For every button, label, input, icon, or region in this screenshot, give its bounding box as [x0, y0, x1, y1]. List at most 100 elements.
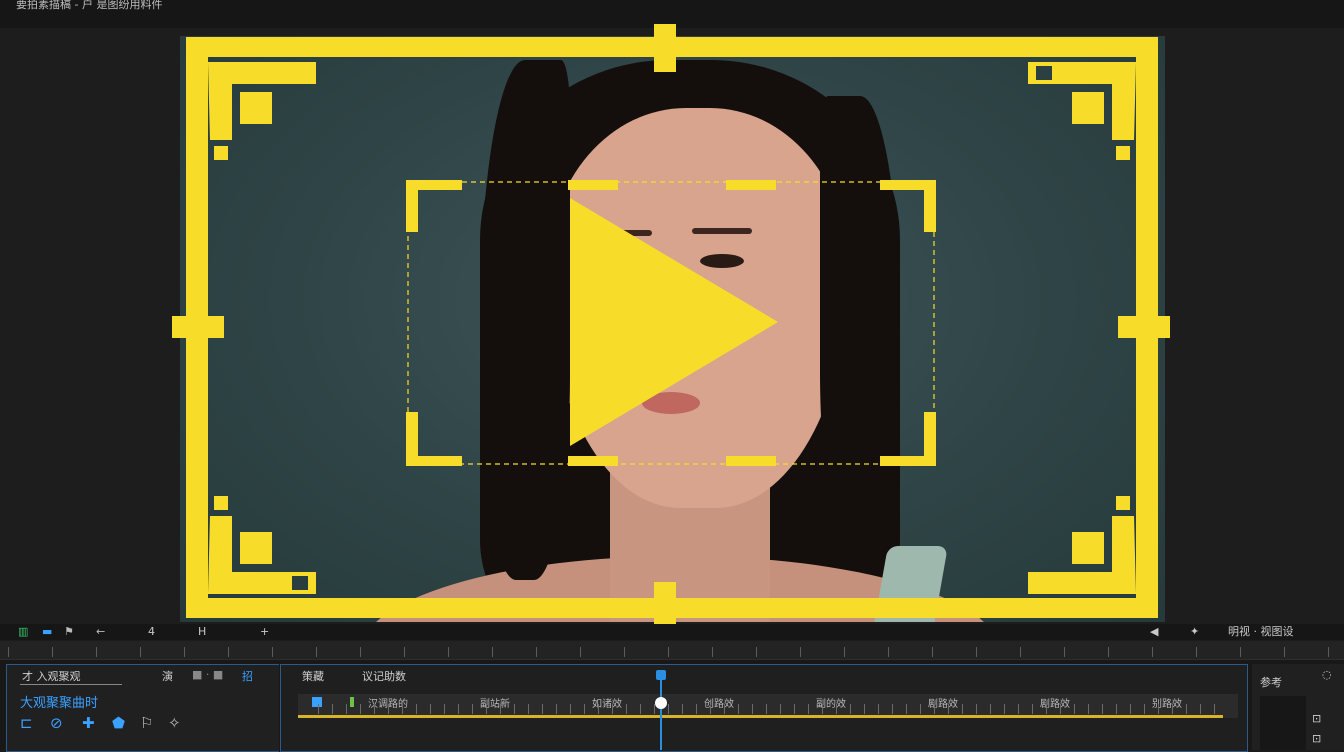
ruler-tick [96, 647, 97, 657]
frame-counter: 4 [148, 625, 155, 638]
playhead-handle[interactable] [656, 670, 666, 680]
portrait-hair-right [820, 96, 900, 556]
properties-label: 参考 [1260, 676, 1282, 689]
track-tick [1018, 704, 1019, 714]
ruler-tick [1284, 647, 1285, 657]
track-tick [318, 704, 319, 714]
track-tick [822, 704, 823, 714]
ruler-tick [492, 647, 493, 657]
track-tick [878, 704, 879, 714]
ruler-tick [1020, 647, 1021, 657]
track-label: 副站新 [480, 699, 510, 710]
track-tick [766, 704, 767, 714]
header-underline [20, 684, 122, 685]
track-tick [416, 704, 417, 714]
layout-icon[interactable]: ▥ [18, 626, 28, 638]
monitor-icon[interactable]: ▬ [42, 626, 52, 638]
portrait-hair-left [480, 60, 570, 580]
track-tick [1060, 704, 1061, 714]
portrait-eye-left [600, 254, 644, 268]
track-tick [1004, 704, 1005, 714]
track-tick [458, 704, 459, 714]
flag-icon[interactable]: ⚑ [64, 626, 74, 638]
ruler-tick [1108, 647, 1109, 657]
track-tick [990, 704, 991, 714]
ruler-tick [800, 647, 801, 657]
ruler-tick [624, 647, 625, 657]
portrait-lips [642, 392, 700, 414]
shield-icon[interactable]: ⬟ [112, 714, 125, 732]
track-tick [570, 704, 571, 714]
track-tick [514, 704, 515, 714]
effects-subheader: 大观聚聚曲时 [20, 696, 99, 711]
track-tick [808, 704, 809, 714]
track-clip-icon[interactable] [312, 697, 322, 707]
track-tick [1102, 704, 1103, 714]
timeline-tab-a[interactable]: 策藏 [302, 668, 324, 684]
timeline-tab-b[interactable]: 议记助数 [362, 668, 406, 684]
arrow-left-icon[interactable]: ← [96, 626, 105, 638]
ruler-tick [580, 647, 581, 657]
flag-tool-icon[interactable]: ⚐ [140, 714, 153, 732]
tab-1[interactable]: 演 [162, 668, 173, 684]
track-tick [640, 704, 641, 714]
add-button[interactable]: + [260, 626, 269, 638]
track-label: 副的效 [816, 699, 846, 710]
ruler-tick [668, 647, 669, 657]
close-icon[interactable]: ◌ [1322, 668, 1332, 681]
ruler-tick [140, 647, 141, 657]
track-label: 剧路效 [1040, 699, 1070, 710]
track-tick [584, 704, 585, 714]
playhead-keyframe[interactable] [655, 697, 667, 709]
track-tick [402, 704, 403, 714]
ruler-tick [360, 647, 361, 657]
video-frame[interactable] [180, 36, 1165, 622]
ruler-tick [888, 647, 889, 657]
time-ruler[interactable] [0, 641, 1344, 660]
track-marker-icon [350, 697, 354, 707]
settings-label[interactable]: 明视 · 视图设 [1228, 626, 1294, 638]
track-progress-line [298, 715, 1223, 718]
dock-icon-1[interactable]: ⊡ [1312, 712, 1321, 725]
ruler-tick [1240, 647, 1241, 657]
ruler-tick [712, 647, 713, 657]
track-tick [1130, 704, 1131, 714]
portrait-brow-left [592, 230, 652, 236]
timeline-track[interactable]: 汉调路的副站新如诸效创路效副的效剧路效剧路效别路效 [298, 694, 1238, 718]
track-tick [1074, 704, 1075, 714]
playback-controls: ▥ ▬ ⚑ ← 4 H + ◀ ✦ 明视 · 视图设 [0, 624, 1344, 640]
ruler-tick [932, 647, 933, 657]
puzzle-icon[interactable]: ✚ [82, 714, 95, 732]
marker-button[interactable]: H [198, 626, 206, 638]
ruler-tick [316, 647, 317, 657]
track-tick [444, 704, 445, 714]
track-tick [962, 704, 963, 714]
ruler-tick [536, 647, 537, 657]
title-bar: 要拍素描稿 - 户 是图纷用料件 [0, 0, 1344, 28]
track-tick [920, 704, 921, 714]
track-tick [1088, 704, 1089, 714]
track-label: 创路效 [704, 699, 734, 710]
pin-icon[interactable]: ✦ [1190, 626, 1199, 638]
dock-icon-2[interactable]: ⊡ [1312, 732, 1321, 745]
track-tick [794, 704, 795, 714]
track-tick [430, 704, 431, 714]
track-tick [360, 704, 361, 714]
track-tick [696, 704, 697, 714]
track-tick [542, 704, 543, 714]
tab-2[interactable]: ■ · ■ [192, 668, 223, 681]
playhead[interactable] [660, 670, 662, 750]
track-tick [332, 704, 333, 714]
tab-3[interactable]: 招 [242, 668, 253, 684]
track-tick [864, 704, 865, 714]
track-tick [1172, 704, 1173, 714]
align-icon[interactable]: ⊏ [20, 714, 33, 732]
magic-icon[interactable]: ✧ [168, 714, 181, 732]
track-tick [374, 704, 375, 714]
ruler-tick [8, 647, 9, 657]
link-icon[interactable]: ⊘ [50, 714, 63, 732]
ruler-tick [844, 647, 845, 657]
volume-icon[interactable]: ◀ [1150, 626, 1158, 638]
ruler-tick [1196, 647, 1197, 657]
track-tick [1144, 704, 1145, 714]
